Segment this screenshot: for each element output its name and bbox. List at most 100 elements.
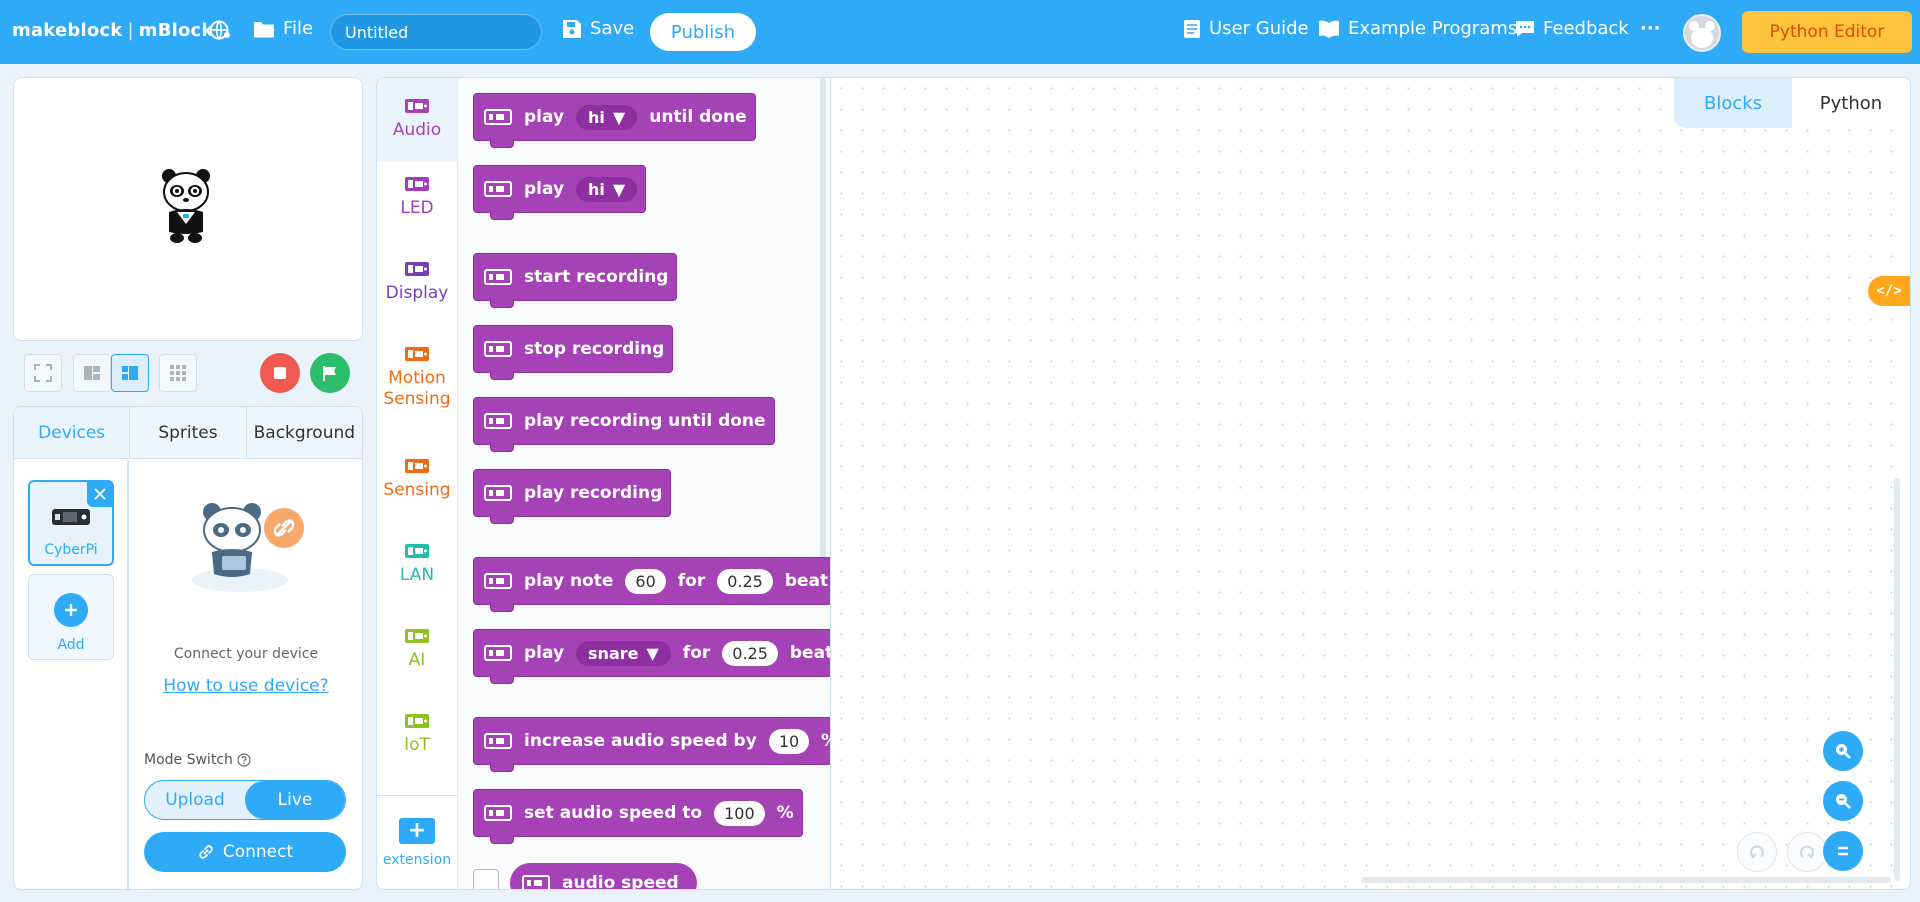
stage[interactable]: [13, 77, 363, 341]
dropdown-arrow-icon: ▼: [646, 643, 659, 663]
language-button[interactable]: [208, 18, 232, 42]
beats-input[interactable]: 0.25: [717, 568, 773, 594]
normal-stage-button[interactable]: [111, 354, 149, 392]
speed-value-input[interactable]: 100: [714, 800, 765, 826]
block-play-drum[interactable]: play snare ▼ for 0.25 beat: [473, 629, 830, 684]
beats-input[interactable]: 0.25: [722, 640, 778, 666]
tab-background[interactable]: Background: [245, 407, 362, 458]
category-motion-sensing[interactable]: Motion Sensing: [377, 346, 457, 411]
code-workspace[interactable]: Blocks Python </>: [831, 77, 1911, 890]
category-audio[interactable]: Audio: [377, 78, 457, 162]
workspace-horizontal-scrollbar[interactable]: [1361, 877, 1891, 883]
category-label: IoT: [404, 735, 430, 755]
user-bear-icon: [1689, 21, 1715, 48]
category-iot[interactable]: IoT: [377, 713, 457, 756]
block-text: play: [524, 107, 565, 127]
extension-button[interactable]: + extension: [377, 795, 457, 889]
sound-dropdown[interactable]: hi ▼: [576, 176, 638, 202]
fullscreen-icon: [34, 364, 52, 382]
block-play-recording-until-done[interactable]: play recording until done: [473, 397, 775, 452]
tab-python[interactable]: Python: [1792, 78, 1910, 128]
block-play-recording[interactable]: play recording: [473, 469, 672, 524]
category-lan[interactable]: LAN: [377, 543, 457, 586]
category-led[interactable]: LED: [377, 176, 457, 219]
drum-dropdown[interactable]: snare ▼: [576, 640, 671, 666]
top-bar: makeblock|mBlock File Save Publish User …: [0, 0, 1920, 64]
grid-view-button[interactable]: [159, 354, 197, 392]
file-menu[interactable]: File: [253, 18, 313, 39]
block-set-audio-speed[interactable]: set audio speed to 100 %: [473, 789, 803, 844]
dropdown-value: snare: [588, 643, 639, 663]
grid-icon: [170, 365, 186, 381]
how-to-use-device-link[interactable]: How to use device?: [130, 676, 362, 696]
project-title-input[interactable]: [330, 14, 542, 50]
block-increase-audio-speed[interactable]: increase audio speed by 10 %: [473, 717, 830, 772]
tab-blocks[interactable]: Blocks: [1674, 78, 1792, 128]
remove-device-button[interactable]: [87, 481, 113, 507]
user-guide-link[interactable]: User Guide: [1183, 18, 1309, 39]
audio-speed-checkbox[interactable]: [473, 869, 499, 889]
block-categories: Audio LED Display Motion Sensing Sensing…: [376, 77, 457, 890]
block-text: play note: [524, 571, 614, 591]
dropdown-value: hi: [588, 107, 605, 127]
note-input[interactable]: 60: [625, 568, 666, 594]
block-start-recording[interactable]: start recording: [473, 253, 678, 308]
tab-sprites[interactable]: Sprites: [129, 407, 246, 458]
block-text: for: [682, 643, 711, 663]
code-view-tabs: Blocks Python: [1674, 78, 1910, 128]
block-audio-speed-reporter[interactable]: audio speed: [510, 863, 697, 889]
code-preview-toggle[interactable]: </>: [1868, 276, 1910, 306]
more-menu-button[interactable]: ···: [1640, 18, 1661, 39]
undo-button[interactable]: [1737, 832, 1777, 872]
mode-live-option[interactable]: Live: [245, 781, 345, 819]
stop-button[interactable]: [260, 353, 300, 393]
stage-layout-group: [73, 354, 197, 392]
block-play-note[interactable]: play note 60 for 0.25 beat: [473, 557, 830, 612]
block-text: increase audio speed by: [524, 731, 757, 751]
link-icon: [199, 845, 213, 859]
block-play[interactable]: play hi ▼: [473, 165, 647, 220]
small-stage-icon: [84, 366, 100, 380]
zoom-in-icon: [1836, 744, 1851, 759]
go-button[interactable]: [310, 353, 350, 393]
tab-devices[interactable]: Devices: [14, 407, 130, 458]
category-sensing[interactable]: Sensing: [377, 458, 457, 501]
close-icon: [94, 488, 106, 500]
publish-button[interactable]: Publish: [650, 13, 756, 51]
speed-increase-input[interactable]: 10: [768, 728, 810, 754]
connect-button[interactable]: Connect: [144, 832, 346, 872]
file-label: File: [283, 18, 314, 39]
sound-dropdown[interactable]: hi ▼: [576, 104, 638, 130]
globe-icon: [209, 20, 230, 40]
fullscreen-button[interactable]: [24, 354, 62, 392]
zoom-reset-button[interactable]: [1823, 831, 1863, 871]
zoom-in-button[interactable]: [1823, 731, 1863, 771]
add-device-button[interactable]: Add: [28, 574, 114, 660]
palette-scrollbar[interactable]: [820, 78, 826, 596]
display-category-icon: [405, 262, 429, 276]
help-icon[interactable]: [237, 753, 251, 767]
redo-button[interactable]: [1787, 832, 1827, 872]
category-ai[interactable]: AI: [377, 628, 457, 671]
mode-upload-option[interactable]: Upload: [145, 781, 245, 819]
save-button[interactable]: Save: [562, 18, 634, 39]
workspace-vertical-scrollbar[interactable]: [1894, 478, 1900, 881]
panda-sprite[interactable]: [159, 168, 213, 244]
category-display[interactable]: Display: [377, 261, 457, 304]
book-icon: [1319, 20, 1339, 38]
device-card-cyberpi[interactable]: CyberPi: [28, 480, 114, 566]
category-label: Motion Sensing: [383, 368, 451, 410]
block-stop-recording[interactable]: stop recording: [473, 325, 674, 380]
user-avatar[interactable]: [1683, 14, 1721, 52]
example-programs-link[interactable]: Example Programs: [1318, 18, 1517, 39]
zoom-out-button[interactable]: [1823, 781, 1863, 821]
block-play-until-done[interactable]: play hi ▼ until done: [473, 93, 756, 148]
dropdown-arrow-icon: ▼: [612, 179, 626, 199]
speaker-block-icon: [484, 109, 512, 125]
feedback-link[interactable]: Feedback: [1515, 18, 1629, 39]
python-editor-button[interactable]: Python Editor: [1742, 11, 1912, 53]
document-icon: [1184, 19, 1200, 38]
small-stage-button[interactable]: [73, 354, 111, 392]
led-category-icon: [405, 177, 429, 191]
device-list: CyberPi Add: [14, 460, 129, 889]
